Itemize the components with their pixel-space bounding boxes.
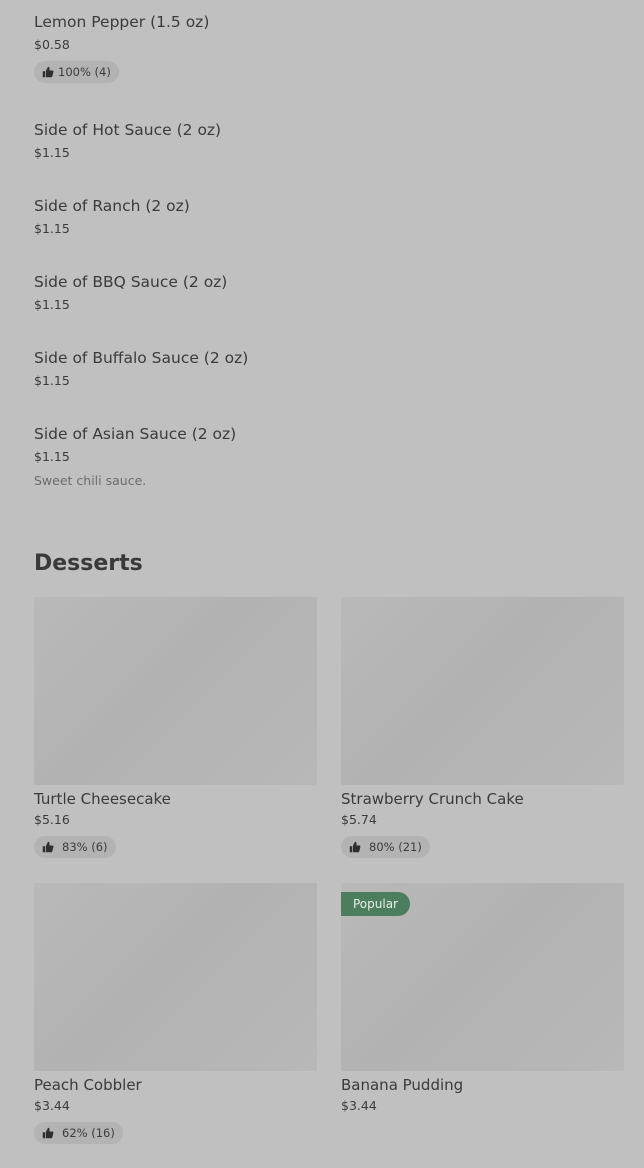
menu-item-side-bbq-sauce[interactable]: Side of BBQ Sauce (2 oz) $1.15 — [34, 272, 624, 313]
thumbs-up-icon — [42, 66, 54, 78]
item-title: Lemon Pepper (1.5 oz) — [34, 13, 210, 31]
menu-item-side-ranch[interactable]: Side of Ranch (2 oz) $1.15 — [34, 196, 624, 237]
menu-item-lemon-pepper[interactable]: Lemon Pepper (1.5 oz) $0.58 100% (4) — [34, 12, 624, 83]
card-title: Strawberry Crunch Cake — [341, 790, 524, 808]
thumbs-up-icon — [42, 841, 54, 853]
menu-item-side-buffalo-sauce[interactable]: Side of Buffalo Sauce (2 oz) $1.15 — [34, 348, 624, 389]
item-price: $1.15 — [34, 221, 70, 236]
item-price: $1.15 — [34, 449, 70, 464]
card-price: $3.44 — [34, 1098, 70, 1113]
dessert-card-banana-pudding[interactable]: Popular Banana Pudding $3.44 — [341, 883, 624, 1114]
rating-badge: 80% (21) — [341, 836, 430, 858]
item-title: Side of BBQ Sauce (2 oz) — [34, 273, 228, 291]
popular-badge: Popular — [341, 892, 410, 916]
dessert-card-turtle-cheesecake[interactable]: Turtle Cheesecake $5.16 83% (6) — [34, 597, 317, 858]
menu-item-side-asian-sauce[interactable]: Side of Asian Sauce (2 oz) $1.15 Sweet c… — [34, 424, 624, 489]
card-price: $5.16 — [34, 812, 70, 827]
rating-badge: 83% (6) — [34, 836, 116, 858]
menu-item-side-hot-sauce[interactable]: Side of Hot Sauce (2 oz) $1.15 — [34, 120, 624, 161]
rating-badge: 62% (16) — [34, 1122, 123, 1144]
item-image — [34, 597, 317, 785]
item-price: $1.15 — [34, 297, 70, 312]
card-title: Turtle Cheesecake — [34, 790, 171, 808]
item-title: Side of Ranch (2 oz) — [34, 197, 190, 215]
item-image — [34, 883, 317, 1071]
thumbs-up-icon — [349, 841, 361, 853]
item-price: $0.58 — [34, 37, 70, 52]
rating-text: 100% (4) — [58, 65, 111, 79]
card-title: Banana Pudding — [341, 1076, 464, 1094]
rating-text: 83% (6) — [62, 840, 108, 854]
rating-text: 80% (21) — [369, 840, 422, 854]
item-title: Side of Buffalo Sauce (2 oz) — [34, 349, 249, 367]
item-price: $1.15 — [34, 373, 70, 388]
item-image — [341, 597, 624, 785]
card-price: $3.44 — [341, 1098, 377, 1113]
item-description: Sweet chili sauce. — [34, 473, 147, 488]
menu-page: Lemon Pepper (1.5 oz) $0.58 100% (4) Sid… — [0, 0, 644, 1168]
rating-badge: 100% (4) — [34, 61, 119, 83]
card-title: Peach Cobbler — [34, 1076, 142, 1094]
item-image: Popular — [341, 883, 624, 1071]
item-price: $1.15 — [34, 145, 70, 160]
section-title-desserts: Desserts — [34, 551, 143, 576]
item-title: Side of Asian Sauce (2 oz) — [34, 425, 237, 443]
dessert-card-peach-cobbler[interactable]: Peach Cobbler $3.44 62% (16) — [34, 883, 317, 1144]
card-price: $5.74 — [341, 812, 377, 827]
rating-text: 62% (16) — [62, 1126, 115, 1140]
dessert-card-strawberry-crunch-cake[interactable]: Strawberry Crunch Cake $5.74 80% (21) — [341, 597, 624, 858]
thumbs-up-icon — [42, 1127, 54, 1139]
item-title: Side of Hot Sauce (2 oz) — [34, 121, 222, 139]
